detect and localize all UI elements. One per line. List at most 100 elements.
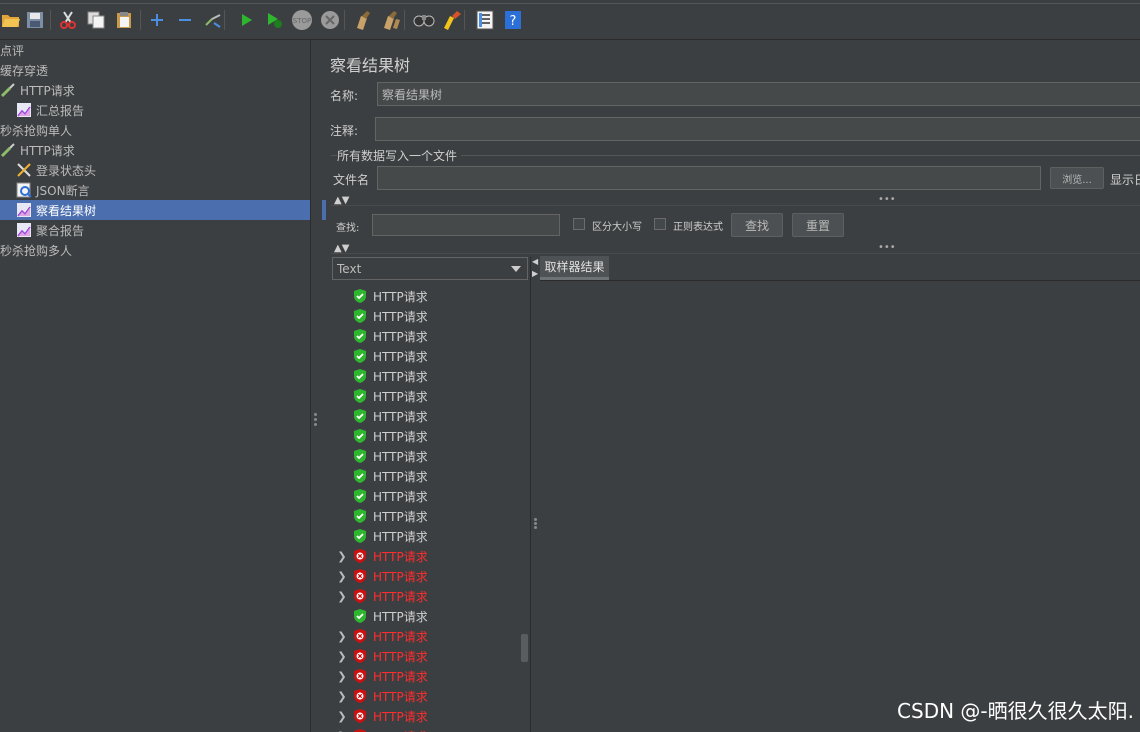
result-row[interactable]: HTTP请求 — [332, 346, 530, 366]
expand-arrow-icon[interactable]: ❯ — [332, 550, 352, 563]
start-icon[interactable] — [235, 9, 257, 31]
start-no-pause-icon[interactable] — [263, 9, 285, 31]
expand-icon[interactable] — [146, 9, 168, 31]
expand-arrow-icon[interactable]: ❯ — [332, 710, 352, 723]
shutdown-icon[interactable] — [319, 9, 341, 31]
result-row[interactable]: HTTP请求 — [332, 446, 530, 466]
result-row[interactable]: ❯HTTP请求 — [332, 666, 530, 686]
tree-item[interactable]: 秒杀抢购单人 — [0, 120, 310, 140]
clear-icon[interactable] — [352, 9, 374, 31]
result-label: HTTP请求 — [373, 529, 428, 544]
splitter-grip — [534, 526, 537, 529]
result-label: HTTP请求 — [373, 389, 428, 404]
result-tab[interactable]: 取样器结果 — [540, 256, 609, 280]
reset-search-icon[interactable] — [441, 9, 463, 31]
find-button[interactable]: 查找 — [731, 213, 783, 237]
open-icon[interactable] — [0, 9, 22, 31]
regex-checkbox[interactable] — [654, 218, 666, 230]
toolbar-top-border — [0, 3, 1140, 4]
result-row[interactable]: HTTP请求 — [332, 366, 530, 386]
result-label: HTTP请求 — [373, 609, 428, 624]
right-arrow-icon[interactable]: ▶ — [532, 269, 538, 278]
tree-item[interactable]: 缓存穿透 — [0, 60, 310, 80]
result-row[interactable]: HTTP请求 — [332, 426, 530, 446]
result-row[interactable]: HTTP请求 — [332, 326, 530, 346]
stop-icon[interactable]: STOP — [291, 9, 313, 31]
expand-arrow-icon[interactable]: ❯ — [332, 570, 352, 583]
tree-item-label: HTTP请求 — [20, 143, 75, 158]
result-row[interactable]: HTTP请求 — [332, 526, 530, 546]
expand-arrow-icon[interactable]: ❯ — [332, 630, 352, 643]
tree-item[interactable]: HTTP请求 — [0, 80, 310, 100]
result-row[interactable]: ❯HTTP请求 — [332, 686, 530, 706]
toolbar-separator — [344, 10, 345, 30]
tree-item[interactable]: 点评 — [0, 40, 310, 60]
case-sensitive-checkbox[interactable] — [573, 218, 585, 230]
function-helper-icon[interactable] — [474, 9, 496, 31]
tree-item[interactable]: 登录状态头 — [0, 160, 326, 180]
collapse-icon[interactable] — [174, 9, 196, 31]
log-display-label: 显示日 — [1110, 173, 1140, 187]
search-icon[interactable] — [413, 9, 435, 31]
result-label: HTTP请求 — [373, 569, 428, 584]
name-field[interactable]: 察看结果树 — [377, 82, 1140, 106]
result-row[interactable]: HTTP请求 — [332, 406, 530, 426]
tree-item[interactable]: 汇总报告 — [0, 100, 326, 120]
comment-field[interactable] — [375, 117, 1140, 141]
panel-title: 察看结果树 — [330, 56, 411, 75]
paste-icon[interactable] — [113, 9, 135, 31]
toolbar-separator — [224, 10, 225, 30]
cut-icon[interactable] — [57, 9, 79, 31]
result-row[interactable]: HTTP请求 — [332, 506, 530, 526]
filename-field[interactable] — [377, 166, 1041, 190]
results-splitter[interactable]: ◀ ▶ — [531, 257, 539, 732]
browse-button[interactable]: 浏览... — [1050, 167, 1104, 189]
result-row[interactable]: ❯HTTP请求 — [332, 586, 530, 606]
expand-arrow-icon[interactable]: ❯ — [332, 650, 352, 663]
help-icon[interactable]: ? — [502, 9, 524, 31]
collapse-arrows[interactable]: ▲▼ — [334, 243, 349, 254]
reset-button[interactable]: 重置 — [792, 213, 844, 237]
search-input[interactable] — [372, 214, 560, 236]
results-scrollbar[interactable] — [521, 634, 528, 662]
search-label: 查找: — [336, 223, 360, 234]
result-row[interactable]: HTTP请求 — [332, 386, 530, 406]
result-label: HTTP请求 — [373, 629, 428, 644]
collapse-arrows[interactable]: ▲▼ — [334, 195, 349, 206]
results-list[interactable]: HTTP请求 HTTP请求 HTTP请求 HTTP请求 HTTP请求 HTTP请求 HTTP… — [332, 286, 530, 732]
result-row[interactable]: HTTP请求 — [332, 486, 530, 506]
result-row[interactable]: ❯HTTP请求 — [332, 706, 530, 726]
result-row[interactable]: HTTP请求 — [332, 466, 530, 486]
renderer-select[interactable]: Text — [332, 257, 528, 280]
result-row[interactable]: ❯HTTP请求 — [332, 546, 530, 566]
result-row[interactable]: ❯HTTP请求 — [332, 726, 530, 732]
tree-item[interactable]: JSON断言 — [0, 180, 326, 200]
result-label: HTTP请求 — [373, 728, 428, 732]
divider-grip[interactable]: ••• — [878, 242, 896, 253]
result-row[interactable]: ❯ HTTP请求 — [332, 566, 530, 586]
divider-grip[interactable]: ••• — [878, 194, 896, 205]
success-shield-icon — [352, 428, 373, 444]
result-row[interactable]: HTTP请求 — [332, 286, 530, 306]
tree-item[interactable]: 秒杀抢购多人 — [0, 240, 310, 260]
tree-item[interactable]: 聚合报告 — [0, 220, 326, 240]
result-row[interactable]: HTTP请求 — [332, 306, 530, 326]
success-shield-icon — [352, 308, 373, 324]
copy-icon[interactable] — [85, 9, 107, 31]
tree-item[interactable]: 察看结果树 — [0, 200, 326, 220]
result-label: HTTP请求 — [373, 489, 428, 504]
toggle-icon[interactable] — [202, 9, 224, 31]
left-arrow-icon[interactable]: ◀ — [532, 257, 538, 266]
clear-all-icon[interactable] — [380, 9, 402, 31]
result-label: HTTP请求 — [373, 289, 428, 304]
expand-arrow-icon[interactable]: ❯ — [332, 690, 352, 703]
result-row[interactable]: HTTP请求 — [332, 606, 530, 626]
test-plan-tree[interactable]: 点评 缓存穿透 HTTP请求 汇总报告 秒杀抢购单人 HTTP请求 登录状态头 JSON断言察… — [0, 40, 326, 732]
result-row[interactable]: ❯HTTP请求 — [332, 646, 530, 666]
chart-icon — [16, 222, 36, 238]
save-icon[interactable] — [24, 9, 46, 31]
result-row[interactable]: ❯ HTTP请求 — [332, 626, 530, 646]
expand-arrow-icon[interactable]: ❯ — [332, 590, 352, 603]
tree-item[interactable]: HTTP请求 — [0, 140, 310, 160]
expand-arrow-icon[interactable]: ❯ — [332, 670, 352, 683]
